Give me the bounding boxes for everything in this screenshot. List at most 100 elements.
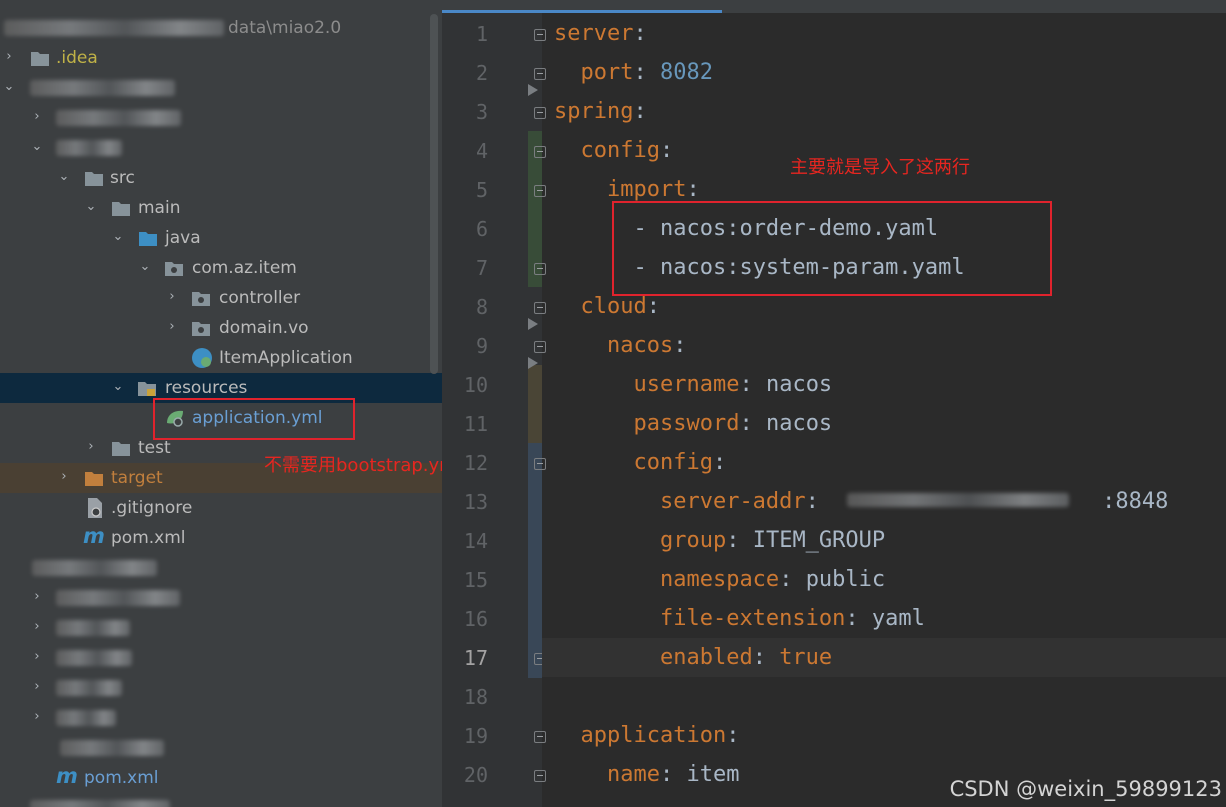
tree-item-label: domain.vo [219,318,309,338]
chevron-right-icon[interactable]: › [57,470,71,484]
chevron-right-icon[interactable]: › [30,650,44,664]
chevron-right-icon[interactable]: › [30,620,44,634]
chevron-right-icon[interactable]: › [30,110,44,124]
code-line[interactable]: server: [554,14,660,53]
line-number: 14 [463,529,488,553]
yaml-key: file-extension [659,606,846,631]
tree-item-module[interactable]: › [0,613,442,643]
yaml-colon: : [845,606,872,631]
code-line[interactable]: nacos: [554,326,700,365]
tree-item-java[interactable]: ⌄ java [0,223,442,253]
yaml-value: public [805,567,886,592]
fold-marker-icon[interactable] [534,29,546,41]
fold-marker-icon[interactable] [534,458,546,470]
tree-item-module[interactable]: ⌄ [0,73,442,103]
code-line[interactable]: username: nacos [554,365,832,404]
code-line[interactable]: port: 8082 [554,53,713,92]
code-line[interactable]: password: nacos [554,404,832,443]
tree-item-root-pom-xml[interactable]: m pom.xml [0,763,442,793]
excluded-folder-icon [85,472,103,486]
fold-marker-icon[interactable] [534,770,546,782]
tree-item-file[interactable] [0,733,442,763]
blurred-module-name [56,140,122,156]
chevron-right-icon[interactable]: › [30,680,44,694]
code-line[interactable]: namespace: public [554,560,885,599]
chevron-down-icon[interactable]: ⌄ [84,200,98,214]
code-line[interactable]: application: [554,716,753,755]
fold-marker-icon[interactable] [534,263,546,275]
chevron-right-icon[interactable]: › [30,590,44,604]
chevron-down-icon[interactable]: ⌄ [138,260,152,274]
code-editor[interactable]: 1 2 3 4 5 6 7 8 9 10 11 12 13 14 15 16 17 18 19 20 server: … [442,0,1226,807]
chevron-down-icon[interactable]: ⌄ [30,140,44,154]
resources-folder-icon [138,382,156,396]
chevron-right-icon[interactable]: › [30,710,44,724]
chevron-right-icon[interactable]: › [2,50,16,64]
fold-marker-icon[interactable] [534,107,546,119]
line-number: 16 [463,607,488,631]
yaml-value: nacos [765,372,833,397]
tree-item-module[interactable] [0,793,442,807]
tree-item-pom-xml[interactable]: m pom.xml [0,523,442,553]
tree-item-main[interactable]: ⌄ main [0,193,442,223]
tree-item-module[interactable]: › [0,703,442,733]
code-line[interactable]: name: item [554,755,739,794]
yaml-value: ITEM_GROUP [752,528,886,553]
code-line[interactable]: spring: [554,92,660,131]
code-line[interactable]: enabled: true [542,638,1226,677]
project-path-label: data\miao2.0 [228,18,342,38]
code-line[interactable]: group: ITEM_GROUP [554,521,885,560]
fold-marker-icon[interactable] [534,146,546,158]
tree-item-package[interactable]: ⌄ com.az.item [0,253,442,283]
fold-marker-icon[interactable] [534,185,546,197]
line-number: 7 [475,256,488,280]
tree-item-module[interactable]: › [0,643,442,673]
chevron-down-icon[interactable]: ⌄ [2,80,16,94]
yaml-value: true [779,645,833,670]
tree-item-label: resources [165,378,248,398]
line-number: 12 [463,451,488,475]
code-line[interactable]: config: [554,443,739,482]
code-line[interactable]: file-extension: yaml [554,599,925,638]
yaml-key: config [580,138,660,163]
fold-marker-icon[interactable] [534,341,546,353]
fold-marker-icon[interactable] [534,302,546,314]
yaml-key: spring [554,99,634,124]
code-line[interactable]: config: [554,131,686,170]
chevron-down-icon[interactable]: ⌄ [57,170,71,184]
tree-item-item-application[interactable]: ItemApplication [0,343,442,373]
editor-tab-bar[interactable] [442,0,1226,13]
fold-marker-icon[interactable] [534,68,546,80]
tree-item-gitignore[interactable]: .gitignore [0,493,442,523]
tree-scrollbar[interactable] [430,14,438,374]
chevron-down-icon[interactable]: ⌄ [111,230,125,244]
tree-item-src[interactable]: ⌄ src [0,163,442,193]
tree-item-module[interactable]: › [0,583,442,613]
tree-item-idea[interactable]: › .idea [0,43,442,73]
fold-arrow-icon[interactable] [528,84,538,96]
folder-icon [85,172,103,186]
tree-item-label: .idea [56,48,98,68]
tree-item-item-module[interactable]: ⌄ [0,133,442,163]
tree-item-module[interactable]: › [0,673,442,703]
chevron-right-icon[interactable]: › [165,320,179,334]
chevron-right-icon[interactable]: › [165,290,179,304]
chevron-right-icon[interactable]: › [84,440,98,454]
yaml-colon: : [659,138,687,163]
fold-arrow-icon[interactable] [528,318,538,330]
fold-marker-icon[interactable] [534,731,546,743]
tree-item-controller[interactable]: › controller [0,283,442,313]
fold-arrow-icon[interactable] [528,357,538,369]
tree-row-project-root[interactable]: data\miao2.0 [0,13,442,43]
yaml-value: yaml [871,606,925,631]
tree-item-domain-vo[interactable]: › domain.vo [0,313,442,343]
tree-item-submodule[interactable]: › [0,103,442,133]
line-number: 9 [475,334,488,358]
annotation-text-import: 主要就是导入了这两行 [790,157,970,178]
chevron-down-icon[interactable]: ⌄ [111,380,125,394]
tree-item-module[interactable] [0,553,442,583]
yaml-key: username [633,372,740,397]
